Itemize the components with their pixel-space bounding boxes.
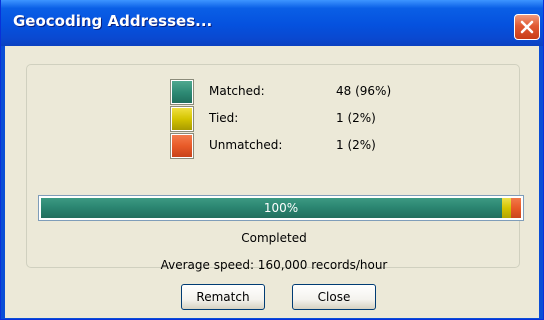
status-text: Completed: [241, 231, 307, 245]
matched-swatch: [170, 79, 194, 105]
tied-label: Tied:: [209, 111, 239, 125]
matched-label: Matched:: [209, 84, 265, 98]
matched-value: 48 (96%): [336, 84, 392, 98]
average-speed-text: Average speed: 160,000 records/hour: [160, 258, 388, 272]
unmatched-value: 1 (2%): [336, 138, 376, 152]
rematch-button[interactable]: Rematch: [181, 284, 265, 310]
window-close-button[interactable]: [514, 14, 540, 40]
title-bar[interactable]: Geocoding Addresses...: [1, 0, 543, 46]
dialog-body: Matched: 48 (96%) Tied: 1 (2%) Unmatched…: [5, 46, 539, 318]
dialog-window: Geocoding Addresses... Matched: 48 (96%)…: [0, 0, 544, 320]
unmatched-label: Unmatched:: [209, 138, 283, 152]
tied-value: 1 (2%): [336, 111, 376, 125]
close-icon: [520, 20, 534, 34]
unmatched-swatch: [170, 133, 194, 159]
progress-percent-label: 100%: [263, 201, 299, 215]
tied-swatch: [170, 106, 194, 132]
close-button[interactable]: Close: [292, 284, 376, 310]
progress-bar: 100%: [38, 195, 524, 221]
results-group: Matched: 48 (96%) Tied: 1 (2%) Unmatched…: [26, 64, 524, 272]
window-title: Geocoding Addresses...: [13, 12, 213, 30]
